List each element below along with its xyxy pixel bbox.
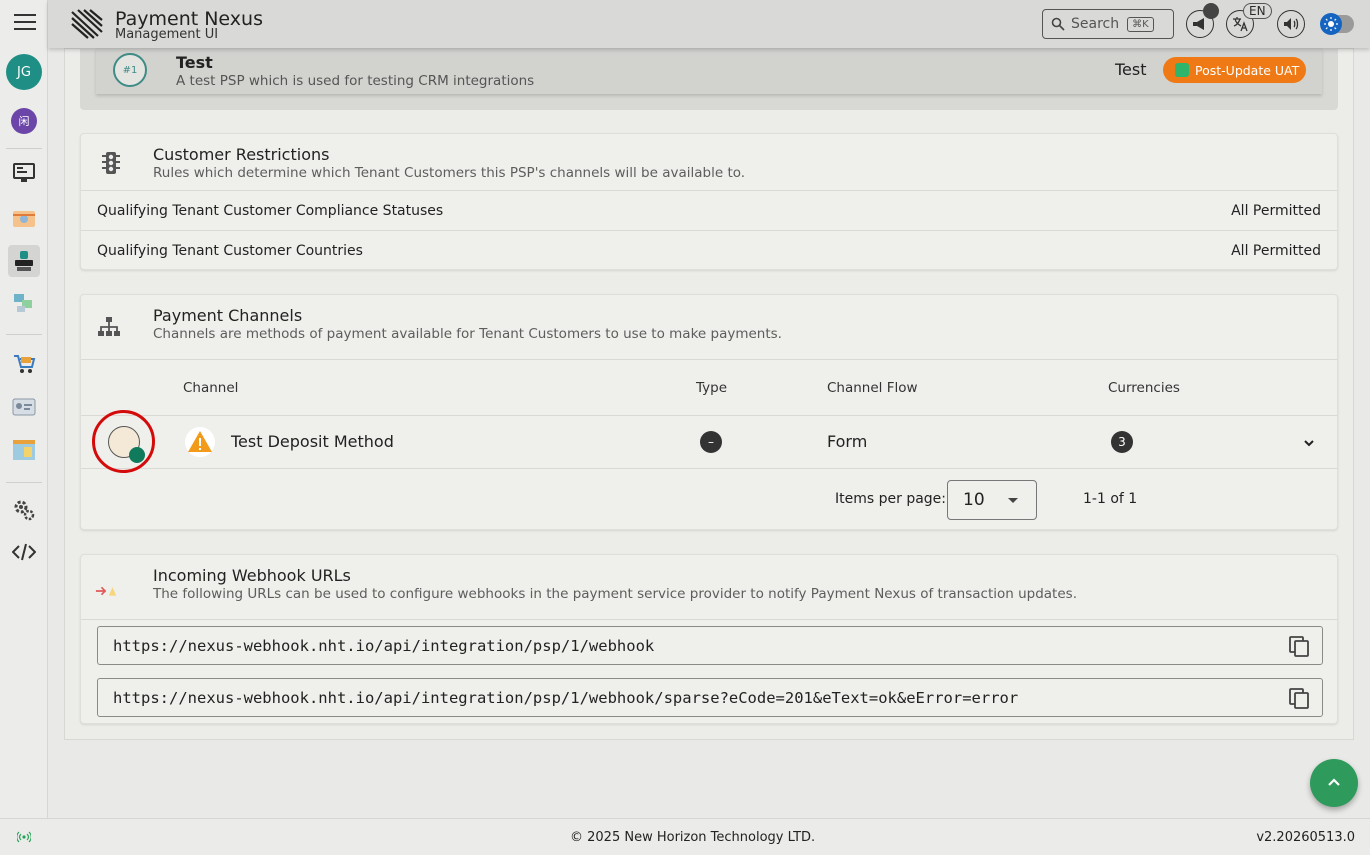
- webhook-url-field[interactable]: https://nexus-webhook.nht.io/api/integra…: [97, 626, 1323, 665]
- psp-description: A test PSP which is used for testing CRM…: [176, 73, 535, 89]
- footer: © 2025 New Horizon Technology LTD. v2.20…: [0, 818, 1370, 855]
- restriction-row: Qualifying Tenant Customer Compliance St…: [81, 190, 1337, 230]
- page-range: 1-1 of 1: [1083, 491, 1138, 507]
- copyright: © 2025 New Horizon Technology LTD.: [570, 830, 816, 845]
- card-title: Customer Restrictions: [153, 145, 330, 164]
- volume-icon: [1284, 18, 1299, 30]
- top-header: Payment Nexus Management UI Search ⌘K EN: [48, 0, 1370, 48]
- language-badge: EN: [1243, 3, 1272, 19]
- status-badge-label: Post-Update UAT: [1195, 62, 1300, 78]
- caret-down-icon: [1008, 498, 1018, 503]
- sun-icon: [1320, 13, 1342, 35]
- card-subtitle: Channels are methods of payment availabl…: [153, 326, 782, 342]
- integrations-icon[interactable]: [8, 287, 40, 319]
- column-header-currencies: Currencies: [1108, 380, 1180, 396]
- tenant-avatar[interactable]: 闲: [11, 108, 37, 134]
- logo-icon: [71, 9, 103, 39]
- cart-icon[interactable]: [8, 348, 40, 380]
- restriction-label: Qualifying Tenant Customer Countries: [97, 242, 363, 259]
- channel-name: Test Deposit Method: [231, 432, 394, 451]
- highlight-ring: [92, 410, 155, 473]
- megaphone-icon: [1193, 18, 1204, 30]
- items-per-page-value: 10: [963, 490, 985, 510]
- reports-icon[interactable]: [8, 434, 40, 466]
- customer-card-icon[interactable]: [8, 391, 40, 423]
- divider: [81, 619, 1337, 620]
- restriction-value: All Permitted: [1231, 202, 1321, 219]
- chevron-down-icon[interactable]: [1303, 434, 1315, 453]
- currency-count-badge: 3: [1111, 431, 1133, 453]
- brand-subtitle: Management UI: [115, 27, 219, 42]
- signal-icon: [17, 831, 31, 843]
- webhook-urls-card: Incoming Webhook URLs The following URLs…: [80, 554, 1338, 724]
- items-per-page-label: Items per page:: [835, 491, 947, 507]
- brand-name: Payment Nexus: [115, 8, 263, 30]
- dashboard-icon[interactable]: [8, 157, 40, 189]
- restriction-row: Qualifying Tenant Customer Countries All…: [81, 230, 1337, 270]
- search-button[interactable]: Search ⌘K: [1042, 9, 1174, 39]
- column-header-type: Type: [696, 380, 728, 396]
- incoming-arrow-icon: [95, 586, 117, 596]
- avatar[interactable]: JG: [6, 54, 42, 90]
- psp-title: Test: [176, 53, 213, 72]
- webhook-url: https://nexus-webhook.nht.io/api/integra…: [113, 688, 1019, 707]
- rail-divider: [6, 148, 42, 149]
- theme-toggle[interactable]: [1320, 13, 1354, 35]
- hierarchy-icon: [98, 317, 120, 336]
- restriction-value: All Permitted: [1231, 242, 1321, 259]
- payments-icon[interactable]: [8, 203, 40, 235]
- warning-icon: [184, 427, 216, 461]
- webhook-url-field[interactable]: https://nexus-webhook.nht.io/api/integra…: [97, 678, 1323, 717]
- traffic-light-icon: [102, 152, 120, 174]
- chevron-up-icon: [1328, 778, 1340, 786]
- left-rail: JG 闲: [0, 0, 48, 855]
- items-per-page-select[interactable]: 10: [947, 480, 1037, 520]
- scroll-to-top-button[interactable]: [1310, 759, 1358, 807]
- payment-channels-card: Payment Channels Channels are methods of…: [80, 294, 1338, 530]
- copy-icon[interactable]: [1288, 687, 1310, 709]
- psp-environment: Test: [1115, 60, 1147, 79]
- translate-icon: [1233, 17, 1248, 32]
- bug-report-icon[interactable]: [1203, 3, 1219, 19]
- card-title: Incoming Webhook URLs: [153, 566, 351, 585]
- sound-button[interactable]: [1277, 10, 1305, 38]
- column-header-channel: Channel: [183, 380, 239, 396]
- search-shortcut: ⌘K: [1127, 16, 1154, 32]
- channel-type: –: [700, 431, 722, 453]
- status-badge[interactable]: Post-Update UAT: [1163, 57, 1306, 83]
- psp-icon[interactable]: [8, 245, 40, 277]
- rail-divider: [6, 334, 42, 335]
- settings-icon[interactable]: [8, 494, 40, 526]
- check-icon: [1175, 63, 1189, 77]
- channels-table-header: Channel Type Channel Flow Currencies: [81, 359, 1337, 415]
- customer-restrictions-card: Customer Restrictions Rules which determ…: [80, 133, 1338, 270]
- webhook-url: https://nexus-webhook.nht.io/api/integra…: [113, 636, 655, 655]
- app-version: v2.20260513.0: [1256, 830, 1355, 845]
- channel-flow: Form: [827, 432, 868, 451]
- search-label: Search: [1071, 16, 1120, 32]
- card-title: Payment Channels: [153, 306, 303, 325]
- menu-icon[interactable]: [14, 14, 36, 32]
- table-row[interactable]: Test Deposit Method – Form 3: [81, 415, 1337, 469]
- copy-icon[interactable]: [1288, 635, 1310, 657]
- paginator: Items per page: 10 1-1 of 1: [81, 469, 1337, 531]
- psp-number-badge: #1: [113, 53, 147, 87]
- column-header-flow: Channel Flow: [827, 380, 918, 396]
- code-icon[interactable]: [8, 536, 40, 568]
- search-icon: [1051, 17, 1065, 31]
- card-subtitle: Rules which determine which Tenant Custo…: [153, 165, 746, 181]
- restriction-label: Qualifying Tenant Customer Compliance St…: [97, 202, 444, 219]
- rail-divider: [6, 482, 42, 483]
- card-subtitle: The following URLs can be used to config…: [153, 586, 1077, 602]
